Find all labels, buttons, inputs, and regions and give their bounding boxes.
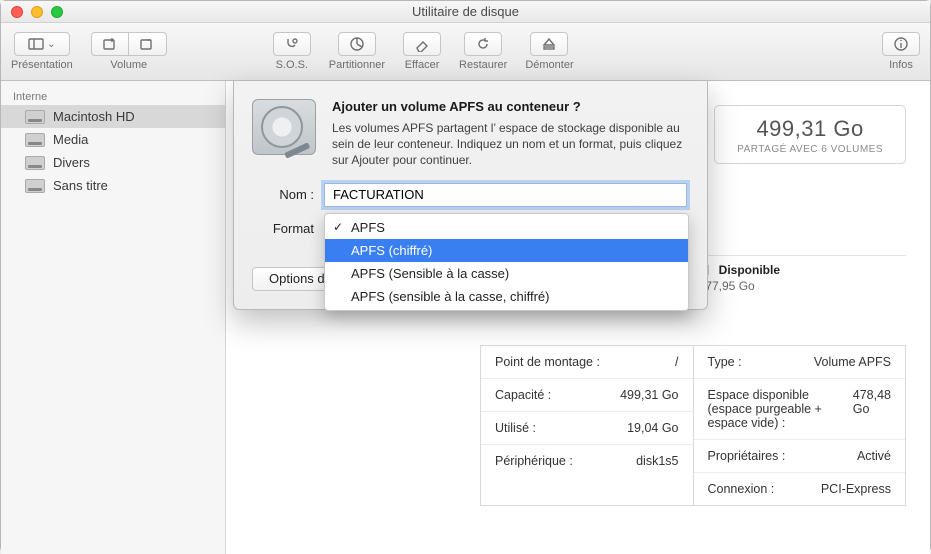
volume-plus-icon <box>102 36 118 52</box>
toolbar-group-erase: Effacer <box>403 32 441 71</box>
sidebar-item-divers[interactable]: Divers <box>1 151 225 174</box>
erase-label: Effacer <box>405 59 440 71</box>
sidebar-item-label: Media <box>53 132 88 147</box>
detail-row: Connexion :PCI-Express <box>694 472 906 505</box>
toolbar-group-sos: S.O.S. <box>273 32 311 71</box>
detail-row: Espace disponible (espace purgeable + es… <box>694 378 906 439</box>
sidebar-item-macintosh-hd[interactable]: Macintosh HD <box>1 105 225 128</box>
format-option-apfs-case[interactable]: APFS (Sensible à la casse) <box>325 262 688 285</box>
toolbar-group-unmount: Démonter <box>525 32 573 71</box>
sos-button[interactable] <box>273 32 311 56</box>
available-value: 477,95 Go <box>699 279 780 293</box>
stethoscope-icon <box>284 36 300 52</box>
sheet-form: Nom : Format APFS APFS APFS (chiffré) AP… <box>252 183 687 291</box>
name-label: Nom : <box>252 187 314 202</box>
shared-space-value: 499,31 Go <box>737 116 883 142</box>
toolbar-group-restore: Restaurer <box>459 32 507 71</box>
available-label: Disponible <box>719 263 780 277</box>
add-apfs-volume-sheet: Ajouter un volume APFS au conteneur ? Le… <box>233 81 708 310</box>
add-volume-button[interactable] <box>91 32 129 56</box>
disk-icon <box>25 110 45 124</box>
format-dropdown: APFS APFS (chiffré) APFS (Sensible à la … <box>324 213 689 311</box>
volume-minus-icon <box>139 36 155 52</box>
info-label: Infos <box>889 59 913 71</box>
partition-label: Partitionner <box>329 59 385 71</box>
format-option-apfs[interactable]: APFS <box>325 216 688 239</box>
volume-label: Volume <box>110 59 147 71</box>
detail-row: Utilisé :19,04 Go <box>481 411 693 444</box>
sheet-heading: Ajouter un volume APFS au conteneur ? <box>332 99 687 114</box>
eraser-icon <box>414 36 430 52</box>
details-col-left: Point de montage :/ Capacité :499,31 Go … <box>481 346 693 505</box>
disk-icon <box>25 179 45 193</box>
restore-button[interactable] <box>464 32 502 56</box>
restore-label: Restaurer <box>459 59 507 71</box>
presentation-label: Présentation <box>11 59 73 71</box>
details-table: Point de montage :/ Capacité :499,31 Go … <box>480 345 906 506</box>
toolbar: ⌄ Présentation Volume S.O.S. Partitionne… <box>1 23 930 81</box>
unmount-button[interactable] <box>530 32 568 56</box>
restore-arrow-icon <box>475 36 491 52</box>
sos-label: S.O.S. <box>276 59 308 71</box>
erase-button[interactable] <box>403 32 441 56</box>
titlebar: Utilitaire de disque <box>1 1 930 23</box>
sidebar-item-sans-titre[interactable]: Sans titre <box>1 174 225 197</box>
toolbar-group-info: Infos <box>882 32 920 71</box>
toolbar-group-volume: Volume <box>91 32 167 71</box>
sidebar-item-label: Sans titre <box>53 178 108 193</box>
shared-space-sub: PARTAGÉ AVEC 6 VOLUMES <box>737 144 883 155</box>
available-block: Disponible 477,95 Go <box>699 263 780 293</box>
detail-row: Propriétaires :Activé <box>694 439 906 472</box>
details-col-right: Type :Volume APFS Espace disponible (esp… <box>693 346 906 505</box>
hard-disk-icon <box>252 99 316 155</box>
sidebar-section-label: Interne <box>1 87 225 105</box>
detail-row: Type :Volume APFS <box>694 346 906 378</box>
toolbar-group-presentation: ⌄ Présentation <box>11 32 73 71</box>
info-icon <box>893 36 909 52</box>
info-button[interactable] <box>882 32 920 56</box>
sidebar-item-label: Macintosh HD <box>53 109 135 124</box>
detail-row: Périphérique :disk1s5 <box>481 444 693 477</box>
sidebar: Interne Macintosh HD Media Divers Sans t… <box>1 81 226 554</box>
window-title: Utilitaire de disque <box>1 4 930 19</box>
pie-icon <box>349 36 365 52</box>
detail-row: Capacité :499,31 Go <box>481 378 693 411</box>
unmount-label: Démonter <box>525 59 573 71</box>
disk-icon <box>25 156 45 170</box>
shared-space-card: 499,31 Go PARTAGÉ AVEC 6 VOLUMES <box>714 105 906 164</box>
format-option-apfs-case-encrypted[interactable]: APFS (sensible à la casse, chiffré) <box>325 285 688 308</box>
sheet-description: Les volumes APFS partagent l’ espace de … <box>332 120 687 169</box>
sidebar-item-media[interactable]: Media <box>1 128 225 151</box>
presentation-button[interactable]: ⌄ <box>14 32 70 56</box>
partition-button[interactable] <box>338 32 376 56</box>
disk-icon <box>25 133 45 147</box>
remove-volume-button[interactable] <box>129 32 167 56</box>
format-label: Format <box>252 221 314 236</box>
volume-name-input[interactable] <box>324 183 687 207</box>
toolbar-group-partition: Partitionner <box>329 32 385 71</box>
detail-row: Point de montage :/ <box>481 346 693 378</box>
sidebar-layout-icon <box>28 36 44 52</box>
sidebar-item-label: Divers <box>53 155 90 170</box>
format-option-apfs-encrypted[interactable]: APFS (chiffré) <box>325 239 688 262</box>
eject-icon <box>541 36 557 52</box>
